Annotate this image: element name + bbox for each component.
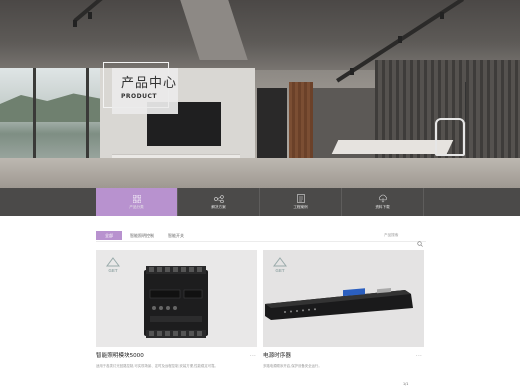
network-icon bbox=[213, 194, 224, 203]
filter-tab-all[interactable]: 全部 bbox=[96, 231, 122, 240]
product-title[interactable]: 智能照明模块5000 bbox=[96, 352, 144, 360]
product-image-sequencer bbox=[265, 288, 413, 320]
nav-label: 资料下载 bbox=[375, 205, 390, 209]
hero-floor bbox=[0, 158, 520, 188]
nav-item-downloads[interactable]: 资料下载 bbox=[342, 188, 424, 216]
hero-floor-lamp bbox=[465, 82, 466, 122]
spot-lamp bbox=[398, 36, 402, 43]
document-icon bbox=[296, 194, 306, 203]
hero-chair bbox=[435, 118, 465, 156]
spot-lamp bbox=[88, 12, 92, 19]
nav-label: 产品分类 bbox=[129, 205, 144, 209]
svg-text:GET: GET bbox=[108, 268, 118, 273]
cloud-download-icon bbox=[378, 194, 388, 203]
search-input[interactable]: 产品搜索 bbox=[384, 233, 398, 238]
pagination[interactable]: 1/1 bbox=[403, 381, 421, 387]
nav-label: 工程案例 bbox=[293, 205, 308, 209]
spot-lamp bbox=[73, 20, 77, 27]
brand-logo: GET bbox=[272, 257, 288, 273]
page: 产品中心 PRODUCT 产品分类 解决方案 工程案例 资料下载 全部 智能照明… bbox=[0, 0, 520, 390]
product-description: 多路电源顺序开启,保护设备安全运行。 bbox=[263, 364, 322, 368]
brand-logo: GET bbox=[105, 257, 121, 273]
product-card-power-sequencer[interactable]: GET bbox=[263, 250, 424, 347]
nav-item-cases[interactable]: 工程案例 bbox=[260, 188, 342, 216]
product-title[interactable]: 电源时序器 bbox=[263, 352, 291, 360]
svg-text:GET: GET bbox=[275, 268, 285, 273]
hero-wood-panel bbox=[289, 82, 313, 160]
hero-title: 产品中心 bbox=[121, 76, 178, 91]
search-icon[interactable] bbox=[417, 232, 423, 247]
hero-subtitle: PRODUCT bbox=[121, 93, 157, 100]
product-card-lighting-module[interactable]: GET bbox=[96, 250, 257, 347]
more-icon[interactable]: ... bbox=[416, 352, 422, 358]
nav-label: 解决方案 bbox=[211, 205, 226, 209]
category-nav: 产品分类 解决方案 工程案例 资料下载 bbox=[0, 188, 520, 216]
hero-banner: 产品中心 PRODUCT bbox=[0, 0, 520, 188]
more-icon[interactable]: ... bbox=[250, 352, 256, 358]
hero-door bbox=[257, 88, 287, 158]
grid-icon bbox=[132, 194, 142, 203]
spot-lamp bbox=[440, 12, 444, 19]
divider bbox=[96, 241, 426, 242]
filter-tabs: 全部 智能照明控制 智能开关 bbox=[96, 231, 426, 241]
nav-item-product-category[interactable]: 产品分类 bbox=[96, 188, 178, 216]
filter-tab-switch[interactable]: 智能开关 bbox=[168, 231, 184, 240]
product-image-module bbox=[144, 266, 208, 338]
hero-title-box: 产品中心 PRODUCT bbox=[112, 68, 178, 114]
product-description: 适用于各类灯光回路控制,可实现场景、定时及远程控制,安装方便,性能稳定可靠。 bbox=[96, 364, 218, 368]
filter-tab-lighting[interactable]: 智能照明控制 bbox=[130, 231, 154, 240]
nav-item-solutions[interactable]: 解决方案 bbox=[178, 188, 260, 216]
spot-lamp bbox=[350, 68, 354, 75]
